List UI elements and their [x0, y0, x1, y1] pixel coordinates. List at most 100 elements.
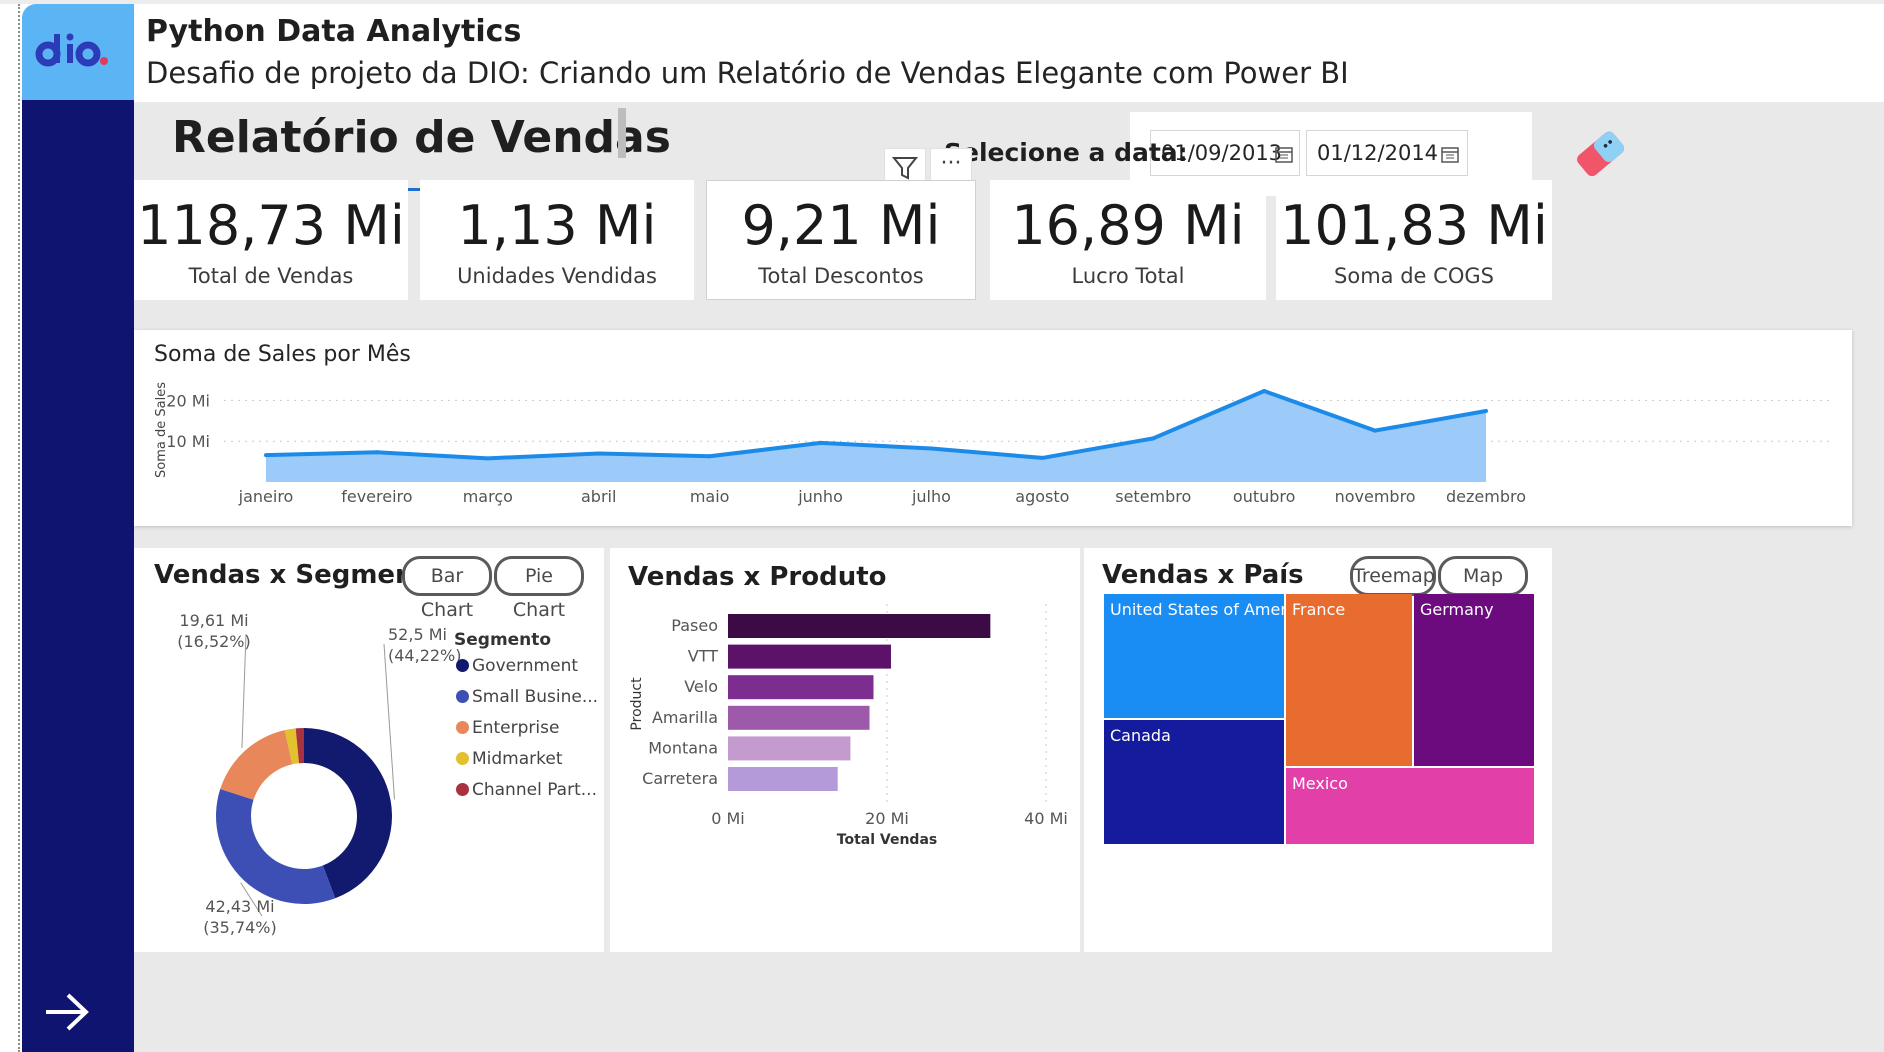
legend-marker: [456, 783, 469, 796]
eraser-icon[interactable]: [1570, 124, 1634, 180]
kpi-card[interactable]: 1,13 Mi Unidades Vendidas: [420, 180, 694, 300]
x-tick-label: outubro: [1233, 487, 1296, 506]
calendar-icon[interactable]: [1275, 145, 1293, 163]
x-tick-label: julho: [911, 487, 951, 506]
data-point[interactable]: [264, 453, 268, 458]
data-point[interactable]: [1040, 455, 1045, 460]
x-tick-label: 20 Mi: [865, 809, 909, 828]
header-title: Python Data Analytics: [146, 14, 522, 49]
line-chart-card: Soma de Sales por Mês 10 Mi 20 Mi Soma de …: [134, 330, 1852, 526]
x-tick-label: junho: [797, 487, 843, 506]
legend-marker: [456, 690, 469, 703]
calendar-icon[interactable]: [1441, 145, 1459, 163]
legend-item[interactable]: Government: [456, 656, 578, 678]
category-label: Velo: [684, 677, 718, 696]
x-tick-label: abril: [581, 487, 616, 506]
data-point[interactable]: [596, 451, 601, 456]
pie-slice[interactable]: [220, 730, 293, 800]
data-point[interactable]: [1373, 428, 1378, 433]
kpi-value: 1,13 Mi: [457, 194, 657, 257]
slice-value-label: 19,61 Mi: [179, 611, 248, 630]
x-tick-label: dezembro: [1446, 487, 1526, 506]
y-tick-label: 20 Mi: [166, 391, 210, 410]
data-point[interactable]: [818, 440, 823, 445]
legend-label: Channel Part...: [472, 780, 597, 800]
slice-percent-label: (44,22%): [388, 646, 462, 665]
kpi-value: 16,89 Mi: [1011, 194, 1245, 257]
x-tick-label: setembro: [1115, 487, 1191, 506]
legend-item[interactable]: Small Busine...: [456, 687, 598, 709]
data-point[interactable]: [1484, 409, 1488, 414]
bar[interactable]: [728, 767, 838, 791]
legend-item[interactable]: Midmarket: [456, 749, 563, 771]
bar[interactable]: [728, 644, 891, 669]
kpi-label: Total Descontos: [758, 264, 924, 288]
treemap-tile[interactable]: United States of Amer...: [1104, 594, 1284, 718]
bar-chart: 0 Mi 20 Mi 40 Mi Total Vendas Product Paseo VT…: [629, 604, 1068, 848]
bar[interactable]: [728, 614, 991, 638]
y-axis-label: Soma de Sales: [154, 382, 169, 478]
data-point[interactable]: [929, 446, 934, 451]
kpi-value: 101,83 Mi: [1280, 194, 1548, 257]
category-label: Montana: [648, 738, 718, 757]
bar[interactable]: [728, 705, 870, 730]
date-label: Selecione a data:: [944, 138, 1188, 167]
x-tick-label: novembro: [1335, 487, 1416, 506]
treemap-tile-label: Canada: [1110, 726, 1171, 745]
treemap-button[interactable]: Treemap: [1350, 556, 1436, 596]
sidebar: [22, 100, 134, 1052]
map-chart-button[interactable]: Map Chart: [1438, 556, 1528, 621]
leader-line: [241, 633, 247, 749]
slice-percent-label: (16,52%): [177, 632, 251, 651]
slice-percent-label: (35,74%): [203, 918, 277, 937]
leader-line: [383, 643, 395, 800]
data-point[interactable]: [374, 450, 379, 455]
x-tick-label: março: [463, 487, 513, 506]
data-point[interactable]: [707, 454, 712, 459]
legend-item[interactable]: Channel Part...: [456, 780, 597, 802]
top-border: [0, 0, 1884, 4]
dio-logo: [22, 4, 134, 100]
kpi-label: Total de Vendas: [188, 264, 354, 288]
kpi-card[interactable]: 9,21 Mi Total Descontos: [706, 180, 976, 300]
slice-value-label: 52,5 Mi: [388, 625, 447, 644]
kpi-value: 9,21 Mi: [741, 194, 941, 257]
legend-marker: [456, 659, 469, 672]
legend-item[interactable]: Enterprise: [456, 718, 559, 740]
slice-value-label: 42,43 Mi: [205, 897, 274, 916]
kpi-value: 118,73 Mi: [137, 194, 405, 257]
data-point[interactable]: [1262, 389, 1267, 394]
treemap-tile[interactable]: France: [1286, 594, 1412, 766]
treemap-tile-label: France: [1292, 600, 1346, 619]
treemap-tile-label: United States of Amer...: [1110, 600, 1284, 619]
kpi-card[interactable]: 101,83 Mi Soma de COGS: [1276, 180, 1552, 300]
treemap-tile[interactable]: Canada: [1104, 720, 1284, 844]
header-subtitle: Desafio de projeto da DIO: Criando um Re…: [146, 56, 1349, 90]
kpi-label: Lucro Total: [1071, 264, 1185, 288]
line-chart: 10 Mi 20 MiSoma de Sales janeiro fevereiro m…: [154, 382, 1834, 506]
legend-marker: [456, 752, 469, 765]
country-card: Vendas x País Treemap Map Chart United S…: [1084, 548, 1552, 952]
treemap-tile[interactable]: Mexico: [1286, 768, 1534, 844]
title-cursor-bar: [618, 108, 626, 158]
legend-marker: [456, 721, 469, 734]
data-point[interactable]: [1151, 436, 1156, 441]
data-point[interactable]: [485, 456, 490, 461]
treemap-tile[interactable]: Germany: [1414, 594, 1534, 766]
kpi-card[interactable]: 16,89 Mi Lucro Total: [990, 180, 1266, 300]
segment-card: Vendas x Segmento Bar Chart Pie Chart 52…: [134, 548, 604, 952]
bar[interactable]: [728, 675, 874, 700]
pie-slice[interactable]: [215, 789, 336, 904]
date-end-value: 01/12/2014: [1317, 141, 1439, 165]
kpi-label: Soma de COGS: [1334, 264, 1494, 288]
date-end-field[interactable]: 01/12/2014: [1306, 130, 1468, 176]
x-tick-label: agosto: [1015, 487, 1069, 506]
treemap-tile-label: Germany: [1420, 600, 1494, 619]
bar[interactable]: [728, 736, 851, 761]
legend-label: Enterprise: [472, 718, 560, 738]
y-axis-label: Product: [629, 677, 645, 731]
arrow-right-icon[interactable]: [42, 990, 92, 1034]
category-label: VTT: [688, 647, 718, 666]
legend-title: Segmento: [454, 630, 552, 650]
kpi-card[interactable]: 118,73 Mi Total de Vendas: [134, 180, 408, 300]
